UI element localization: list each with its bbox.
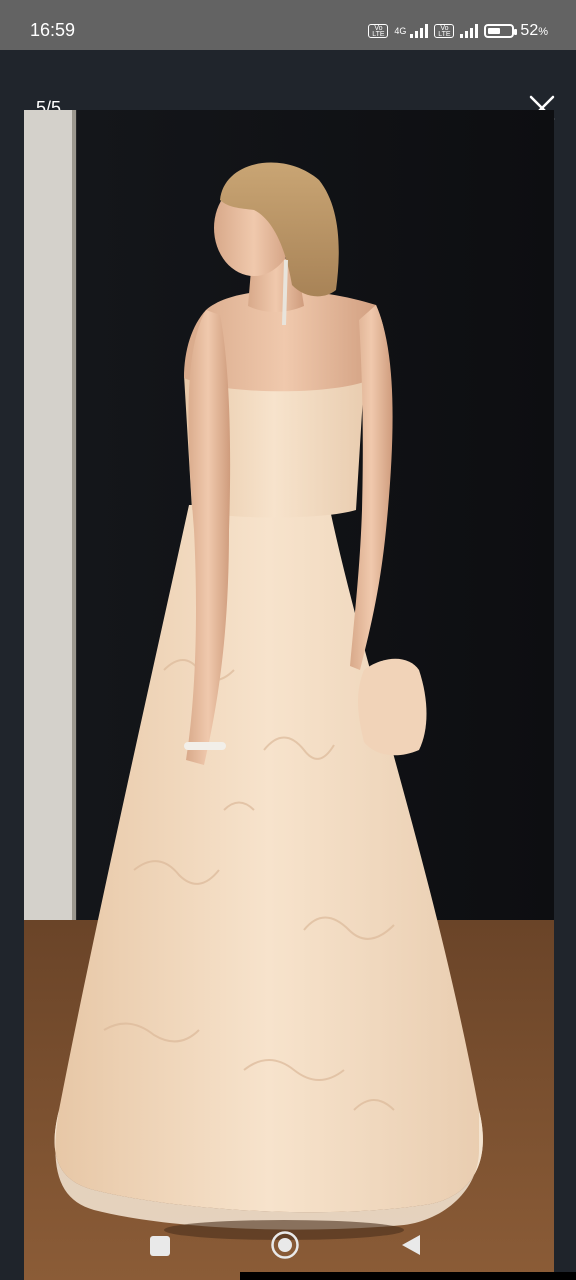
dress-photo-illustration — [24, 110, 554, 1280]
recent-apps-button[interactable] — [150, 1236, 170, 1261]
status-icons: Vo LTE 4G Vo LTE 52% — [368, 20, 548, 42]
home-button[interactable] — [270, 1230, 300, 1265]
recent-apps-icon — [150, 1236, 170, 1256]
network-type: 4G — [394, 26, 407, 36]
back-icon — [402, 1235, 420, 1255]
home-icon — [271, 1231, 299, 1259]
product-photo[interactable] — [24, 110, 554, 1280]
signal-icon-2 — [460, 24, 479, 38]
image-viewer: 5/5 — [0, 50, 576, 1280]
battery-percent: 52% — [520, 22, 548, 39]
clock: 16:59 — [30, 20, 76, 40]
gesture-bar — [240, 1272, 576, 1280]
back-button[interactable] — [400, 1234, 422, 1261]
battery-icon — [484, 24, 518, 38]
volte-icon: Vo LTE — [368, 24, 389, 38]
status-bar: 16:59 Vo LTE 4G Vo LTE 52% — [0, 0, 576, 50]
signal-icon — [410, 24, 429, 38]
volte-icon-2: Vo LTE — [434, 24, 455, 38]
